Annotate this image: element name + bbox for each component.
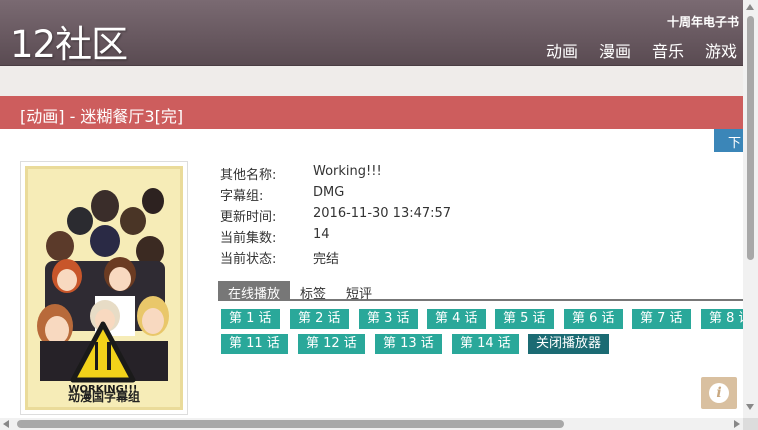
episode-button[interactable]: 第 7 话: [632, 309, 691, 329]
info-row-subgroup: 字幕组: DMG: [220, 185, 451, 206]
close-player-button[interactable]: 关闭播放器: [528, 334, 610, 354]
episode-button[interactable]: 第 13 话: [375, 334, 442, 354]
scroll-down-icon[interactable]: [746, 404, 754, 410]
episode-button[interactable]: 第 2 话: [290, 309, 349, 329]
info-row-status: 当前状态: 完结: [220, 248, 451, 269]
info-value: Working!!!: [313, 164, 382, 179]
episode-button[interactable]: 第 6 话: [564, 309, 623, 329]
info-button[interactable]: i: [701, 377, 737, 409]
info-row-episodes: 当前集数: 14: [220, 227, 451, 248]
vertical-scrollbar[interactable]: [743, 0, 758, 418]
page-title: [动画] - 迷糊餐厅3[完]: [20, 107, 184, 126]
content-panel: 下 WORKING!!! 动漫国字幕组 其他名称: Working!!! 字幕组…: [0, 129, 743, 418]
info-value: DMG: [313, 185, 345, 200]
nav-manga[interactable]: 漫画: [599, 38, 631, 62]
tab-tags[interactable]: 标签: [290, 281, 336, 302]
info-label: 字幕组:: [220, 189, 264, 204]
poster-artwork: WORKING!!!: [25, 166, 183, 410]
scroll-up-icon[interactable]: [746, 4, 754, 10]
vertical-scroll-thumb[interactable]: [747, 16, 754, 260]
info-label: 当前状态:: [220, 252, 277, 267]
tab-online-play[interactable]: 在线播放: [218, 281, 291, 302]
info-value: 完结: [313, 252, 340, 267]
promo-link[interactable]: 十周年电子书: [667, 13, 739, 30]
poster-subtitle: 动漫国字幕组: [67, 390, 140, 404]
scrollbar-corner: [743, 418, 758, 430]
content-tabs: 在线播放 标签 短评: [218, 281, 743, 302]
scroll-left-icon[interactable]: [3, 420, 9, 428]
main-nav: 动画 漫画 音乐 游戏: [525, 38, 737, 62]
download-button[interactable]: 下: [714, 129, 743, 152]
tab-reviews[interactable]: 短评: [336, 281, 382, 302]
horizontal-scrollbar[interactable]: [0, 418, 743, 430]
info-row-alias: 其他名称: Working!!!: [220, 164, 451, 185]
anime-info: 其他名称: Working!!! 字幕组: DMG 更新时间: 2016-11-…: [220, 164, 451, 269]
info-label: 更新时间:: [220, 210, 277, 225]
info-value: 14: [313, 227, 330, 242]
episode-button[interactable]: 第 12 话: [298, 334, 365, 354]
info-label: 当前集数:: [220, 231, 277, 246]
site-header: 12社区 十周年电子书 动画 漫画 音乐 游戏: [0, 0, 743, 66]
page-title-bar: [动画] - 迷糊餐厅3[完]: [0, 96, 743, 129]
episode-button[interactable]: 第 11 话: [221, 334, 288, 354]
scroll-right-icon[interactable]: [734, 420, 740, 428]
episode-button[interactable]: 第 4 话: [427, 309, 486, 329]
nav-games[interactable]: 游戏: [705, 38, 737, 62]
nav-music[interactable]: 音乐: [652, 38, 684, 62]
horizontal-scroll-thumb[interactable]: [17, 420, 564, 428]
episode-button[interactable]: 第 5 话: [495, 309, 554, 329]
info-label: 其他名称:: [220, 168, 277, 183]
nav-anime[interactable]: 动画: [546, 38, 578, 62]
page: 12社区 十周年电子书 动画 漫画 音乐 游戏 [动画] - 迷糊餐厅3[完] …: [0, 0, 758, 430]
episode-button[interactable]: 第 3 话: [359, 309, 418, 329]
site-logo[interactable]: 12社区: [10, 14, 128, 68]
info-icon: i: [709, 383, 729, 403]
poster-image: WORKING!!! 动漫国字幕组: [20, 161, 188, 415]
info-row-updated: 更新时间: 2016-11-30 13:47:57: [220, 206, 451, 227]
info-value: 2016-11-30 13:47:57: [313, 206, 452, 221]
episode-button[interactable]: 第 8 话: [701, 309, 743, 329]
episode-button[interactable]: 第 14 话: [452, 334, 519, 354]
episode-button[interactable]: 第 1 话: [221, 309, 280, 329]
